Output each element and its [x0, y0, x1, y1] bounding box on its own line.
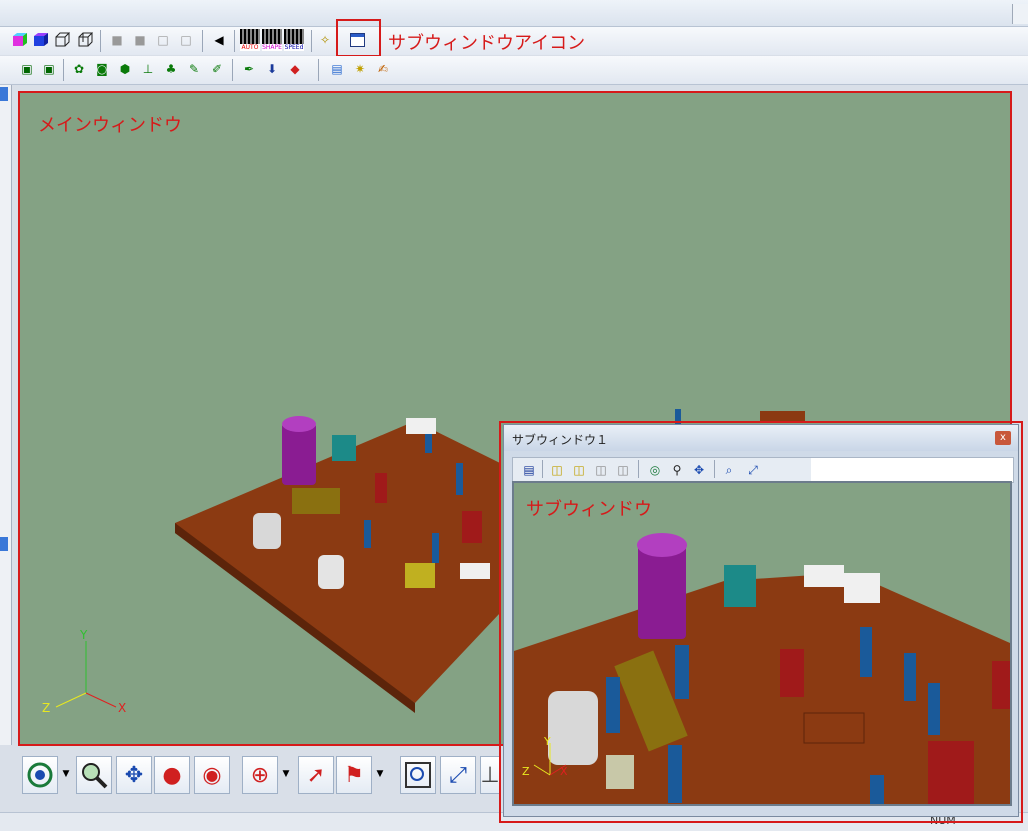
shade2-icon[interactable]: ■ [131, 31, 149, 49]
left-panel-tab-2[interactable] [0, 537, 8, 551]
sub-axis-z-label: Z [522, 765, 530, 778]
left-panel-tab[interactable] [0, 87, 8, 101]
part-icon[interactable]: ♣ [162, 60, 180, 78]
subwindow-rotate-icon[interactable]: ◎ [646, 461, 664, 479]
chip-icon[interactable]: ⬢ [116, 60, 134, 78]
probe-icon[interactable]: ⊥ [139, 60, 157, 78]
separator [202, 30, 203, 52]
spin-icon[interactable]: ● [154, 756, 190, 794]
sub-axis-y-label: Y [544, 735, 551, 748]
main-axis-z-label: Z [42, 701, 51, 715]
fit-icon[interactable] [400, 756, 436, 794]
image2-icon[interactable]: ✷ [351, 60, 369, 78]
main-axis-x-label: X [118, 701, 127, 715]
subwindow-close-button[interactable]: x [995, 431, 1011, 445]
separator [311, 30, 312, 52]
back-icon[interactable]: ◀ [210, 31, 228, 49]
window-top-strip [0, 0, 1028, 27]
speed-label: SPEEd [284, 44, 304, 51]
zoom-icon[interactable] [76, 756, 112, 794]
separator [232, 59, 233, 81]
separator [714, 460, 715, 478]
pick-icon[interactable]: ⚑ [336, 756, 372, 794]
stamp-icon[interactable]: ✒ [240, 60, 258, 78]
cube-blue-icon[interactable] [31, 31, 49, 49]
top-right-frame [1012, 4, 1028, 24]
paint-icon[interactable]: ⬇ [263, 60, 281, 78]
main-axis-y-label: Y [80, 628, 88, 642]
subwindow-pan-icon[interactable]: ✥ [690, 461, 708, 479]
left-panel [0, 85, 12, 745]
image-icon[interactable]: ▤ [328, 60, 346, 78]
rotate-dropdown[interactable]: ▼ [60, 756, 72, 792]
orbit-icon[interactable]: ◉ [194, 756, 230, 794]
layer1-icon[interactable]: ▣ [18, 60, 36, 78]
subwindow-cube4-icon[interactable]: ◫ [614, 461, 632, 479]
separator [318, 59, 319, 81]
color-icon[interactable]: ◆ [286, 60, 304, 78]
auto-label: AUTO [240, 44, 260, 51]
wand-icon[interactable]: ✧ [316, 31, 334, 49]
subwindow-board-scene [514, 533, 1010, 804]
window-icon[interactable] [350, 33, 365, 47]
target-dropdown[interactable]: ▼ [280, 756, 292, 792]
subwindow[interactable]: サブウィンドウ１ x ▤ ◫ ◫ ◫ ◫ ◎ ⚲ ✥ ⌕ ⤢ サブウィンドウ Y… [503, 424, 1019, 817]
pick-dropdown[interactable]: ▼ [374, 756, 386, 792]
layer2-icon[interactable]: ▣ [40, 60, 58, 78]
subwindow-zoom-icon[interactable]: ⚲ [668, 461, 686, 479]
separator [100, 30, 101, 52]
subwindow-title: サブウィンドウ１ [512, 433, 609, 447]
subwindow-cube2-icon[interactable]: ◫ [570, 461, 588, 479]
shape-label: SHAPE [262, 44, 282, 51]
separator [63, 59, 64, 81]
subwindow-icon-caption: サブウィンドウアイコン [388, 33, 586, 54]
fullscreen-icon[interactable]: ⤢ [440, 756, 476, 794]
pan-icon[interactable]: ✥ [116, 756, 152, 794]
subwindow-settings-icon[interactable]: ▤ [520, 461, 538, 479]
subwindow-cube3-icon[interactable]: ◫ [592, 461, 610, 479]
cube-colored-icon[interactable] [10, 31, 28, 49]
target-icon[interactable]: ⊕ [242, 756, 278, 794]
subwindow-cube1-icon[interactable]: ◫ [548, 461, 566, 479]
shade4-icon[interactable]: □ [177, 31, 195, 49]
separator [542, 460, 543, 478]
subwindow-fullscreen-icon[interactable]: ⤢ [744, 461, 762, 479]
shape-button[interactable]: SHAPE [262, 29, 282, 51]
camera-icon[interactable]: ✿ [70, 60, 88, 78]
subwindow-fit-icon[interactable]: ⌕ [720, 461, 738, 479]
speed-button[interactable]: SPEEd [284, 29, 304, 51]
separator [234, 30, 235, 52]
subwindow-viewport[interactable]: サブウィンドウ Y X Z [512, 481, 1012, 806]
pen-icon[interactable]: ✎ [185, 60, 203, 78]
shade1-icon[interactable]: ■ [108, 31, 126, 49]
wireframe2-icon[interactable] [76, 31, 94, 49]
wireframe-icon[interactable] [53, 31, 71, 49]
brush-icon[interactable]: ✍ [374, 60, 392, 78]
rotate-icon[interactable] [22, 756, 58, 794]
extra-icon[interactable]: ⊥ [480, 756, 500, 794]
camera2-icon[interactable]: ◙ [93, 60, 111, 78]
sub-axis-x-label: X [560, 765, 568, 778]
select-icon[interactable]: ➚ [298, 756, 334, 794]
separator [638, 460, 639, 478]
pen2-icon[interactable]: ✐ [208, 60, 226, 78]
auto-button[interactable]: AUTO [240, 29, 260, 51]
shade3-icon[interactable]: □ [154, 31, 172, 49]
